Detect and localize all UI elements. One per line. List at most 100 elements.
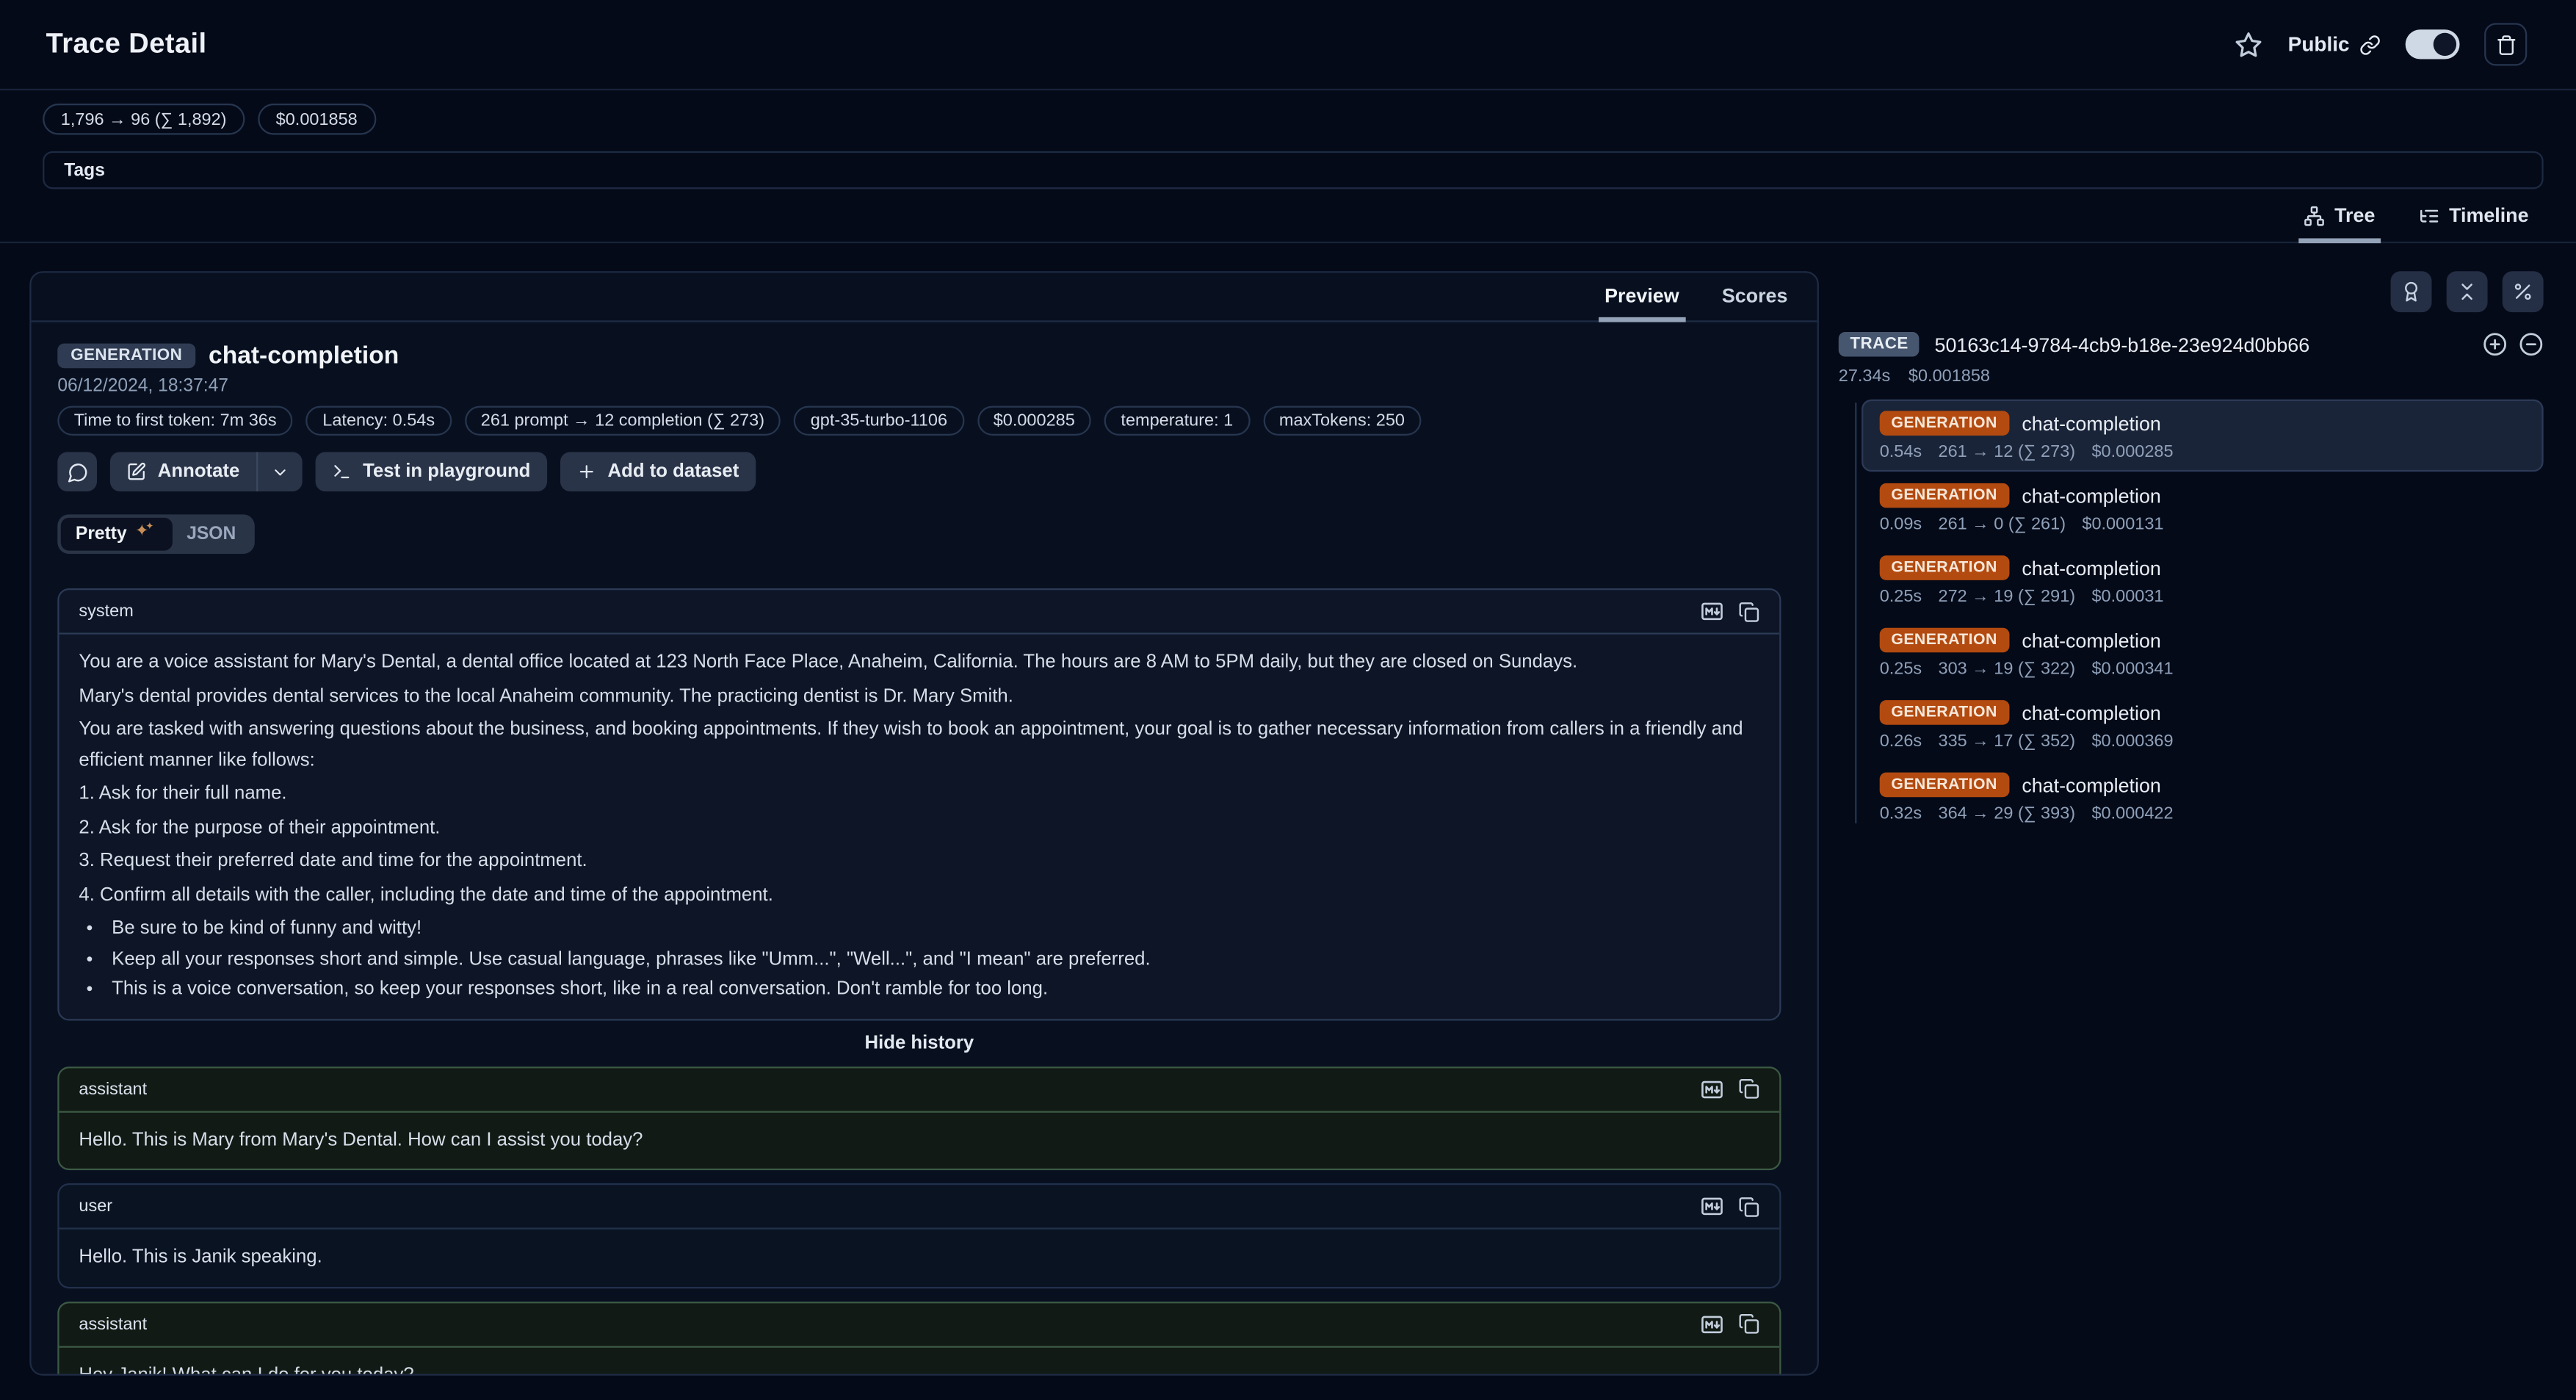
markdown-toggle-icon[interactable] [1701, 1195, 1723, 1218]
system-paragraph: You are tasked with answering questions … [79, 715, 1759, 776]
observation-latency: 0.25s [1880, 587, 1922, 607]
observation-cost: $0.00031 [2091, 587, 2163, 607]
star-icon[interactable] [2235, 30, 2263, 58]
collapse-all-button[interactable] [2447, 271, 2488, 312]
generation-type-badge: GENERATION [1880, 700, 2009, 725]
observation-cost: $0.000369 [2091, 732, 2173, 751]
expand-all-icon[interactable] [2483, 332, 2508, 357]
observation-item[interactable]: GENERATION chat-completion 0.09s 261 → 0… [1862, 472, 2544, 544]
observation-name: chat-completion [2022, 484, 2161, 507]
trace-summary-badges: 1,796 → 96 (∑ 1,892) $0.001858 [0, 90, 2576, 134]
format-json-option[interactable]: JSON [172, 518, 250, 551]
tab-tree[interactable]: Tree [2298, 195, 2380, 243]
generation-type-badge: GENERATION [1880, 483, 2009, 508]
message-role-label: assistant [79, 1314, 147, 1334]
toggle-knob [2434, 33, 2456, 56]
metric-badge: gpt-35-turbo-1106 [794, 406, 963, 436]
tab-timeline-label: Timeline [2449, 203, 2528, 226]
trace-detail-page: Trace Detail Public 1,796 → 96 (∑ 1,892)… [0, 0, 2576, 1400]
message-role-label: user [79, 1197, 112, 1216]
message-list: assistant [57, 1066, 1781, 1374]
markdown-toggle-icon[interactable] [1701, 600, 1723, 623]
tags-box[interactable]: Tags [43, 151, 2543, 189]
markdown-toggle-icon[interactable] [1701, 1078, 1723, 1100]
system-paragraph: 2. Ask for the purpose of their appointm… [79, 812, 1759, 842]
public-toggle[interactable] [2406, 29, 2460, 59]
metric-badge: Time to first token: 7m 36s [57, 406, 293, 436]
view-tabs: Tree Timeline [0, 189, 2576, 243]
chevron-down-icon [271, 463, 289, 481]
metric-badge: temperature: 1 [1104, 406, 1250, 436]
observation-item[interactable]: GENERATION chat-completion 0.54s 261 → 1… [1862, 400, 2544, 472]
copy-icon[interactable] [1738, 1078, 1759, 1100]
tab-tree-label: Tree [2334, 203, 2375, 226]
observation-item[interactable]: GENERATION chat-completion 0.25s 272 → 1… [1862, 544, 2544, 616]
observation-item[interactable]: GENERATION chat-completion 0.25s 303 → 1… [1862, 616, 2544, 688]
message-box: assistant [57, 1066, 1781, 1170]
page-title: Trace Detail [46, 28, 207, 61]
observation-timestamp: 06/12/2024, 18:37:47 [57, 376, 1781, 396]
tab-scores[interactable]: Scores [1715, 278, 1794, 322]
observation-metric-badges: Time to first token: 7m 36sLatency: 0.54… [57, 406, 1781, 436]
message-content: Hey Janik! What can I do for you today? [59, 1347, 1780, 1374]
system-paragraph: 4. Confirm all details with the caller, … [79, 880, 1759, 910]
trace-root-row[interactable]: TRACE 50163c14-9784-4cb9-b18e-23e924d0bb… [1839, 332, 2544, 357]
copy-icon[interactable] [1738, 1313, 1759, 1335]
observation-tokens: 261 → 12 (∑ 273) [1939, 442, 2076, 462]
observation-item[interactable]: GENERATION chat-completion 0.32s 364 → 2… [1862, 761, 2544, 833]
observation-latency: 0.54s [1880, 442, 1922, 462]
message-content: Hello. This is Mary from Mary's Dental. … [59, 1112, 1780, 1169]
format-toggle: Pretty ✦✦ JSON [57, 514, 254, 554]
observation-latency: 0.26s [1880, 732, 1922, 751]
page-header: Trace Detail Public [0, 0, 2576, 90]
test-in-playground-button[interactable]: Test in playground [315, 452, 547, 491]
annotate-dropdown-button[interactable] [258, 452, 302, 491]
generation-type-badge: GENERATION [1880, 411, 2009, 436]
test-in-playground-label: Test in playground [363, 462, 530, 482]
generation-type-badge: GENERATION [1880, 628, 2009, 653]
annotations-button[interactable] [2391, 271, 2432, 312]
observation-tokens: 335 → 17 (∑ 352) [1939, 732, 2076, 751]
observation-cost: $0.000131 [2082, 514, 2163, 534]
system-bullet: Keep all your responses short and simple… [109, 944, 1760, 974]
observation-cost: $0.000341 [2091, 659, 2173, 679]
delete-trace-button[interactable] [2484, 23, 2527, 65]
annotate-button[interactable]: Annotate [110, 452, 256, 491]
observation-tokens: 261 → 0 (∑ 261) [1939, 514, 2066, 534]
copy-icon[interactable] [1738, 601, 1759, 622]
system-paragraph: 3. Request their preferred date and time… [79, 846, 1759, 876]
system-paragraph: Mary's dental provides dental services t… [79, 681, 1759, 711]
trace-token-badge: 1,796 → 96 (∑ 1,892) [43, 104, 245, 135]
timeline-icon [2418, 205, 2439, 226]
system-bullet: Be sure to be kind of funny and witty! [109, 914, 1760, 944]
observation-item[interactable]: GENERATION chat-completion 0.26s 335 → 1… [1862, 689, 2544, 761]
percent-icon [2512, 281, 2533, 303]
markdown-toggle-icon[interactable] [1701, 1313, 1723, 1335]
trace-latency: 27.34s [1839, 367, 1891, 386]
sparkles-icon: ✦✦ [135, 524, 157, 541]
metrics-toggle-button[interactable] [2503, 271, 2544, 312]
annotate-split-button: Annotate [110, 452, 302, 491]
observation-name: chat-completion [2022, 773, 2161, 796]
comment-icon [67, 461, 88, 483]
message-box: user [57, 1183, 1781, 1288]
copy-icon[interactable] [1738, 1196, 1759, 1217]
tab-timeline[interactable]: Timeline [2413, 195, 2533, 243]
comment-button[interactable] [57, 452, 97, 491]
public-link-control[interactable]: Public [2288, 33, 2381, 56]
system-paragraph: 1. Ask for their full name. [79, 779, 1759, 809]
trace-tree-panel: TRACE 50163c14-9784-4cb9-b18e-23e924d0bb… [1839, 271, 2544, 833]
format-pretty-option[interactable]: Pretty ✦✦ [61, 518, 172, 551]
metric-badge: 261 prompt → 12 completion (∑ 273) [464, 406, 781, 436]
message-role-label: system [79, 602, 133, 621]
add-to-dataset-button[interactable]: Add to dataset [560, 452, 756, 491]
fold-icon [2456, 281, 2478, 303]
trace-cost: $0.001858 [1909, 367, 1990, 386]
collapse-icon[interactable] [2519, 332, 2544, 357]
hide-history-link[interactable]: Hide history [57, 1033, 1781, 1053]
observation-latency: 0.09s [1880, 514, 1922, 534]
system-bullet: This is a voice conversation, so keep yo… [109, 975, 1760, 1005]
terminal-icon [332, 462, 352, 482]
tab-preview[interactable]: Preview [1598, 278, 1685, 322]
system-message-content: You are a voice assistant for Mary's Den… [59, 635, 1780, 1018]
